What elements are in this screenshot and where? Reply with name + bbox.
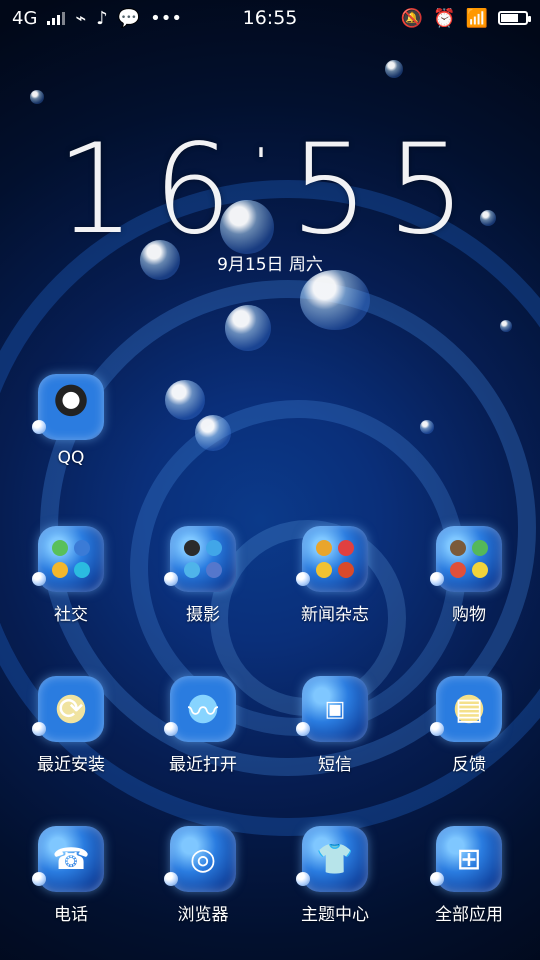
app-label: 摄影 [186,605,220,625]
more-icon: ••• [150,7,183,29]
usb-icon: ⌁ [75,7,87,29]
qq-icon [32,374,104,440]
app-recent-installs[interactable]: ⟳ 最近安装 [16,676,126,775]
news-folder-icon [296,526,368,592]
all-apps-icon: ⊞ [430,826,502,892]
clock-widget[interactable]: 16ˈ55 [0,118,540,262]
app-camera-folder[interactable]: 摄影 [148,526,258,625]
clock-minutes: 55 [290,118,484,262]
status-time: 16:55 [242,7,298,29]
feedback-icon: ▤ [430,676,502,742]
app-label: 反馈 [452,755,486,775]
app-label: 社交 [54,605,88,625]
wifi-icon: 📶 [465,7,488,29]
voice-icon: ♪ [96,7,108,29]
mute-bell-icon: 🔕 [400,7,424,29]
phone-icon: ☎ [32,826,104,892]
app-shopping-folder[interactable]: 购物 [414,526,524,625]
theme-center-icon: 👕 [296,826,368,892]
network-type: 4G [12,7,38,29]
clock-hours: 16 [56,118,250,262]
camera-folder-icon [164,526,236,592]
app-messages[interactable]: ▣ 短信 [280,676,390,775]
browser-icon: ◎ [164,826,236,892]
signal-icon [47,11,66,25]
social-folder-icon [32,526,104,592]
app-label: 最近打开 [169,755,237,775]
app-recent-opened[interactable]: 〰 最近打开 [148,676,258,775]
app-theme-center[interactable]: 👕 主题中心 [280,826,390,925]
messages-icon: ▣ [296,676,368,742]
app-news-folder[interactable]: 新闻杂志 [280,526,390,625]
app-phone[interactable]: ☎ 电话 [16,826,126,925]
app-label: 最近安装 [37,755,105,775]
recent-installs-icon: ⟳ [32,676,104,742]
app-label: 浏览器 [177,905,229,925]
wechat-icon: 💬 [117,7,141,29]
app-label: 新闻杂志 [301,605,369,625]
alarm-icon: ⏰ [433,7,456,29]
clock-colon: ˈ [251,136,289,206]
shopping-folder-icon [430,526,502,592]
app-feedback[interactable]: ▤ 反馈 [414,676,524,775]
app-label: 主题中心 [301,905,369,925]
app-label: 短信 [318,755,352,775]
app-social-folder[interactable]: 社交 [16,526,126,625]
date-text: 9月15日 周六 [217,255,323,275]
app-browser[interactable]: ◎ 浏览器 [148,826,258,925]
battery-icon [498,11,531,25]
recent-opened-icon: 〰 [164,676,236,742]
app-label: 电话 [54,905,88,925]
app-qq[interactable]: QQ [16,374,126,468]
app-label: 全部应用 [435,905,503,925]
app-label: QQ [57,448,85,468]
app-label: 购物 [452,605,486,625]
status-bar: 4G ⌁ ♪ 💬 ••• 16:55 🔕 ⏰ 📶 [0,0,540,36]
app-all-apps[interactable]: ⊞ 全部应用 [414,826,524,925]
